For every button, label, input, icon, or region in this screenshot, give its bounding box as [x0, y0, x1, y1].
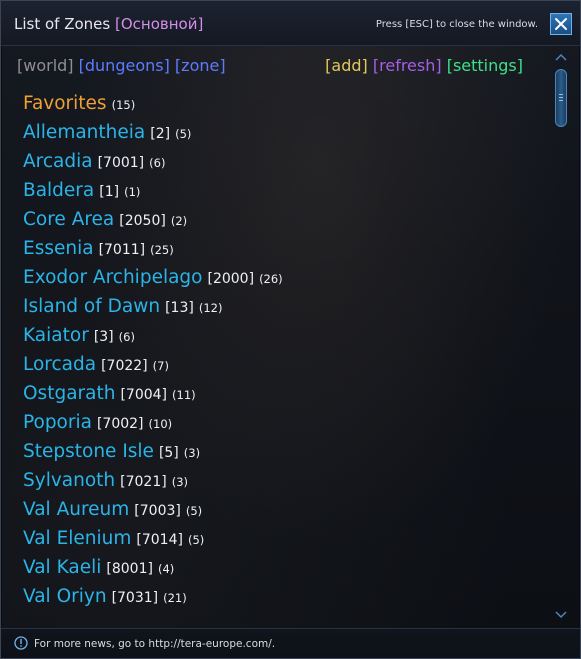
nav-dungeons-link[interactable]: [dungeons] — [79, 56, 170, 75]
nav-world-link[interactable]: [world] — [17, 56, 74, 75]
zone-name[interactable]: Exodor Archipelago — [23, 267, 203, 288]
zone-name[interactable]: Allemantheia — [23, 122, 145, 143]
zone-id: [7004] — [120, 387, 168, 403]
zone-row[interactable]: Arcadia [7001] (6) — [23, 151, 543, 180]
zone-row[interactable]: Sylvanoth [7021] (3) — [23, 470, 543, 499]
zone-id: [2050] — [119, 213, 166, 229]
zone-row[interactable]: Lorcada [7022] (7) — [23, 354, 543, 383]
title-bar[interactable]: List of Zones [Основной] Press [ESC] to … — [1, 1, 580, 46]
zone-count: (26) — [259, 272, 283, 286]
zone-count: (6) — [118, 330, 135, 344]
title-channel-tag: [Основной] — [115, 15, 204, 33]
esc-hint: Press [ESC] to close the window. — [375, 19, 538, 30]
zone-row[interactable]: Core Area [2050] (2) — [23, 209, 543, 238]
zone-row[interactable]: Poporia [7002] (10) — [23, 412, 543, 441]
nav-add-link[interactable]: [add] — [325, 56, 368, 75]
zone-row[interactable]: Exodor Archipelago [2000] (26) — [23, 267, 543, 296]
nav-left-group: [world] [dungeons] [zone] — [17, 56, 226, 75]
zone-id: [7022] — [101, 358, 148, 374]
zone-name[interactable]: Val Aureum — [23, 499, 129, 520]
nav-right-group: [add] [refresh] [settings] — [325, 56, 523, 75]
zone-name[interactable]: Baldera — [23, 180, 94, 201]
zone-id: [1] — [99, 184, 120, 200]
zone-count: (5) — [175, 127, 192, 141]
zone-count: (3) — [171, 475, 188, 489]
zone-count: (11) — [172, 388, 196, 402]
zone-row[interactable]: Baldera [1] (1) — [23, 180, 543, 209]
zone-count: (10) — [148, 417, 173, 431]
zone-name[interactable]: Ostgarath — [23, 383, 115, 404]
zone-id: [7001] — [97, 155, 145, 171]
zone-count: (6) — [149, 156, 166, 170]
zone-count: (25) — [150, 243, 174, 257]
zone-name[interactable]: Island of Dawn — [23, 296, 160, 317]
zone-row[interactable]: Island of Dawn [13] (12) — [23, 296, 543, 325]
scroll-down-arrow-icon[interactable] — [554, 609, 568, 621]
zone-row[interactable]: Kaiator [3] (6) — [23, 325, 543, 354]
zone-id: [7021] — [120, 474, 167, 490]
nav-settings-link[interactable]: [settings] — [447, 56, 523, 75]
zone-id: [8001] — [106, 561, 153, 577]
zone-name[interactable]: Sylvanoth — [23, 470, 115, 491]
zone-id: [7014] — [136, 532, 183, 548]
zone-row[interactable]: Allemantheia [2] (5) — [23, 122, 543, 151]
zone-id: [7011] — [98, 242, 146, 258]
nav-zone-link[interactable]: [zone] — [175, 56, 226, 75]
scroll-up-arrow-icon[interactable] — [554, 51, 568, 63]
info-icon — [14, 636, 28, 650]
zone-count: (5) — [187, 533, 205, 547]
zone-row[interactable]: Val Kaeli [8001] (4) — [23, 557, 543, 586]
close-button[interactable] — [550, 13, 572, 35]
zone-count: (7) — [152, 359, 169, 373]
zone-row[interactable]: Val Oriyn [7031] (21) — [23, 586, 543, 615]
zone-name[interactable]: Val Elenium — [23, 528, 131, 549]
zone-count: (12) — [198, 301, 223, 315]
zone-id: [7031] — [111, 590, 159, 606]
zone-id: [2] — [150, 126, 171, 142]
scroll-thumb[interactable] — [555, 69, 567, 127]
zone-name[interactable]: Val Kaeli — [23, 557, 101, 578]
favorites-label[interactable]: Favorites — [23, 93, 107, 114]
zone-name[interactable]: Poporia — [23, 412, 92, 433]
favorites-row[interactable]: Favorites (15) — [23, 93, 543, 122]
nav-refresh-link[interactable]: [refresh] — [373, 56, 442, 75]
zone-id: [7003] — [134, 503, 181, 519]
zone-id: [2000] — [207, 271, 255, 287]
nav-row: [world] [dungeons] [zone] [add] [refresh… — [17, 56, 527, 78]
zone-name[interactable]: Val Oriyn — [23, 586, 107, 607]
grip-line — [559, 94, 563, 95]
zone-row[interactable]: Val Aureum [7003] (5) — [23, 499, 543, 528]
zones-window: List of Zones [Основной] Press [ESC] to … — [0, 0, 581, 659]
scrollbar[interactable] — [554, 51, 568, 621]
zone-id: [3] — [93, 329, 114, 345]
zone-id: [5] — [158, 445, 179, 461]
zone-count: (2) — [170, 214, 188, 228]
zone-count: (21) — [163, 591, 187, 605]
footer-news-text: For more news, go to http://tera-europe.… — [34, 638, 276, 650]
zone-name[interactable]: Essenia — [23, 238, 94, 259]
zone-count: (3) — [183, 446, 201, 460]
title-text: List of Zones — [14, 15, 111, 33]
zone-count: (5) — [185, 504, 203, 518]
zone-name[interactable]: Lorcada — [23, 354, 96, 375]
footer-bar: For more news, go to http://tera-europe.… — [1, 628, 580, 658]
favorites-count: (15) — [111, 98, 136, 112]
zone-name[interactable]: Arcadia — [23, 151, 93, 172]
zone-count: (4) — [157, 562, 175, 576]
grip-line — [559, 97, 563, 98]
zone-list: Favorites (15) Allemantheia [2] (5) Arcadi… — [23, 93, 543, 615]
zone-count: (1) — [124, 185, 141, 199]
zone-name[interactable]: Kaiator — [23, 325, 89, 346]
close-x-icon — [555, 18, 567, 30]
grip-line — [559, 100, 563, 101]
zone-name[interactable]: Core Area — [23, 209, 114, 230]
zone-name[interactable]: Stepstone Isle — [23, 441, 154, 462]
zone-row[interactable]: Stepstone Isle [5] (3) — [23, 441, 543, 470]
zone-row[interactable]: Val Elenium [7014] (5) — [23, 528, 543, 557]
window-title: List of Zones [Основной] — [14, 15, 203, 33]
zone-row[interactable]: Ostgarath [7004] (11) — [23, 383, 543, 412]
zone-id: [7002] — [96, 416, 144, 432]
zone-id: [13] — [165, 300, 194, 316]
zone-row[interactable]: Essenia [7011] (25) — [23, 238, 543, 267]
